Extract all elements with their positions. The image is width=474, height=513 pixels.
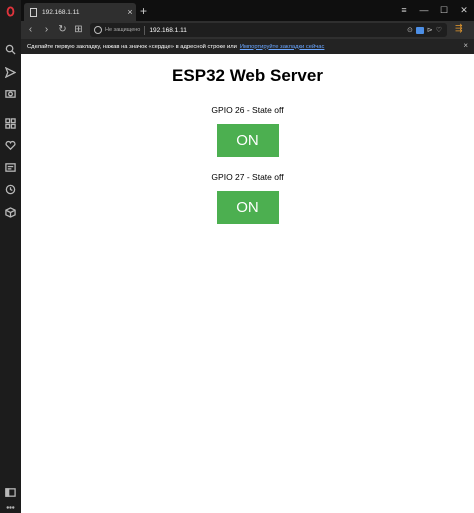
opera-sidebar (0, 0, 21, 513)
vpn-badge-icon[interactable] (415, 26, 424, 34)
tab-title: 192.168.1.11 (42, 8, 80, 16)
news-icon[interactable] (3, 160, 18, 175)
cube-icon[interactable] (3, 205, 18, 220)
address-bar[interactable]: Не защищено 192.168.1.11 ⊙ ⊳ ♡ (90, 23, 447, 37)
snapshot-send-icon[interactable]: ⊳ (427, 26, 433, 34)
more-icon[interactable] (3, 500, 18, 513)
heart-icon[interactable] (3, 138, 18, 153)
opera-logo-icon[interactable] (3, 4, 18, 19)
speed-dial-icon[interactable] (3, 116, 18, 131)
minimize-icon[interactable]: — (417, 3, 431, 17)
page-title: ESP32 Web Server (172, 66, 323, 85)
bookmarks-hint-text: Сделайте первую закладку, нажав на значо… (27, 43, 237, 50)
gpio26-state-label: GPIO 26 - State off (211, 105, 284, 115)
new-tab-button[interactable]: + (140, 3, 147, 19)
back-icon[interactable]: ‹ (24, 23, 37, 37)
camera-icon[interactable] (3, 86, 18, 101)
page-content: ESP32 Web Server GPIO 26 - State off ON … (21, 54, 474, 513)
bookmark-heart-icon[interactable]: ♡ (436, 26, 442, 34)
easy-setup-icon[interactable]: ⇶ (455, 23, 463, 34)
indicator-icon[interactable]: ⊙ (407, 26, 413, 34)
address-separator (144, 25, 146, 35)
globe-icon[interactable] (94, 26, 102, 34)
gpio26-on-button[interactable]: ON (216, 124, 279, 157)
bookmarks-hint-bar: Сделайте первую закладку, нажав на значо… (21, 39, 474, 54)
close-window-icon[interactable]: ✕ (457, 3, 471, 17)
gpio27-on-button[interactable]: ON (216, 191, 279, 224)
navigation-bar: ‹ › ↻ ⊞ Не защищено 192.168.1.11 ⊙ ⊳ ♡ ⇶ (21, 21, 474, 39)
reload-icon[interactable]: ↻ (56, 23, 69, 37)
import-bookmarks-link[interactable]: Импортируйте закладки сейчас (240, 44, 325, 50)
tab-menu-icon[interactable]: ≡ (397, 3, 411, 17)
address-bar-icons: ⊙ ⊳ ♡ (407, 26, 447, 34)
search-icon[interactable] (3, 42, 18, 57)
forward-icon[interactable]: › (40, 23, 53, 37)
url-text[interactable]: 192.168.1.11 (149, 27, 407, 34)
maximize-icon[interactable]: ☐ (437, 3, 451, 17)
sidebar-toggle-icon[interactable] (3, 485, 18, 500)
page-favicon-icon (30, 7, 37, 17)
history-icon[interactable] (3, 182, 18, 197)
gpio27-state-label: GPIO 27 - State off (211, 172, 284, 182)
security-status[interactable]: Не защищено (105, 27, 140, 33)
hint-close-icon[interactable]: × (463, 41, 468, 50)
send-icon[interactable] (3, 65, 18, 80)
tab-strip: 192.168.1.11 × + ≡ — ☐ ✕ (21, 0, 474, 21)
tab-active[interactable]: 192.168.1.11 × (24, 3, 136, 21)
tab-close-icon[interactable]: × (124, 7, 136, 17)
tabs-overview-icon[interactable]: ⊞ (72, 23, 85, 37)
